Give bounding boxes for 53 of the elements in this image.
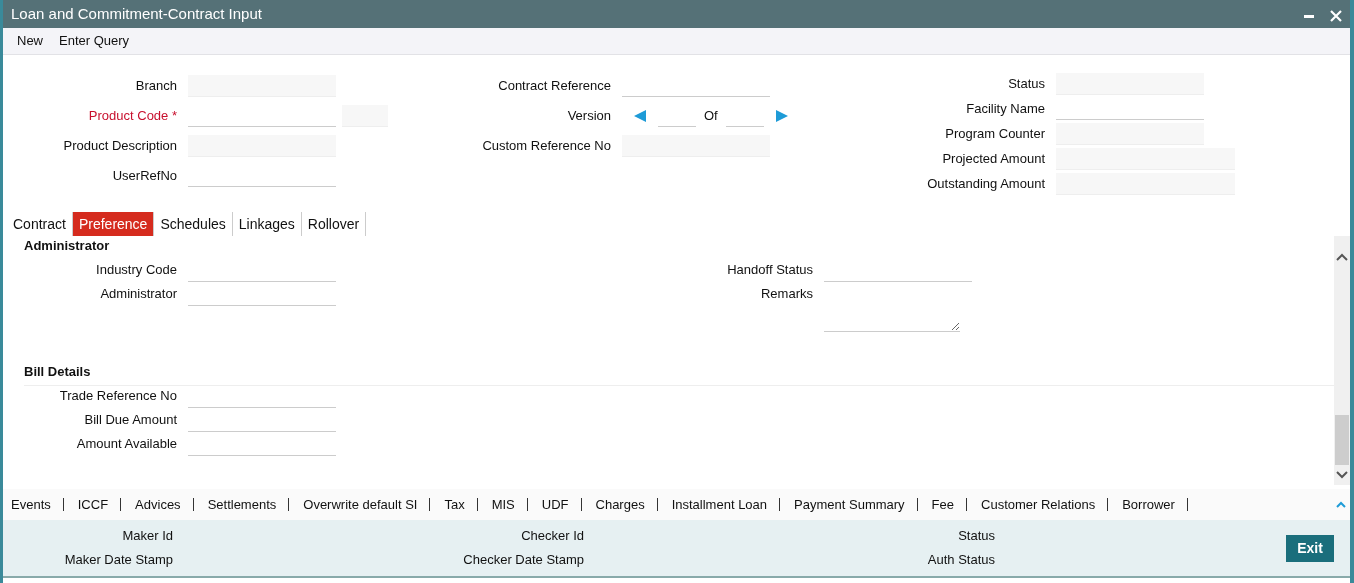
footer-link[interactable]: Borrower (1118, 498, 1188, 511)
footer-link[interactable]: MIS (487, 498, 528, 511)
field-label: Remarks (760, 284, 814, 303)
scroll-down-icon[interactable] (1336, 469, 1348, 481)
footer-link[interactable]: UDF (537, 498, 582, 511)
footer-link[interactable]: Installment Loan (667, 498, 781, 511)
scrollbar-thumb[interactable] (1335, 415, 1349, 465)
footer-link[interactable]: Overwrite default SI (299, 498, 431, 511)
menu-item[interactable]: New (9, 31, 51, 51)
next-icon[interactable] (775, 110, 788, 122)
footer-link[interactable]: Settlements (203, 498, 290, 511)
field-label: Bill Due Amount (83, 411, 178, 429)
field-label: Program Counter (944, 124, 1046, 143)
collapse-icon[interactable] (1336, 499, 1346, 510)
audit-label: Maker Id (121, 527, 173, 545)
field-label: Trade Reference No (58, 387, 178, 405)
footer-link[interactable]: ICCF (73, 498, 122, 511)
audit-label: Checker Date Stamp (462, 551, 584, 569)
field-label: Handoff Status (726, 260, 814, 279)
audit-label: Checker Id (520, 527, 584, 545)
field-label: Status (1007, 74, 1046, 93)
section-heading: Bill Details (24, 362, 92, 381)
previous-icon[interactable] (634, 110, 646, 122)
footer-link[interactable]: Events (7, 498, 64, 511)
audit-label: Maker Date Stamp (63, 551, 173, 569)
footer-link[interactable]: Payment Summary (790, 498, 918, 511)
field-label: UserRefNo (111, 167, 178, 186)
field-label: Contract Reference (497, 77, 612, 96)
field-label: Branch (134, 77, 178, 96)
footer-link[interactable]: Advices (131, 498, 194, 511)
footer-link[interactable]: Charges (591, 498, 658, 511)
field-label: Industry Code (95, 260, 178, 279)
menu-item[interactable]: Enter Query (51, 31, 138, 51)
footer-link[interactable]: Fee (927, 498, 967, 511)
field-label: Facility Name (965, 99, 1046, 118)
exit-button[interactable]: Exit (1286, 534, 1334, 562)
field-label: Administrator (99, 284, 178, 303)
footer-link[interactable]: Customer Relations (977, 498, 1109, 511)
audit-label: Auth Status (926, 551, 995, 569)
tab[interactable]: Preference (72, 212, 155, 236)
section-heading: Administrator (24, 237, 111, 255)
field-label: Custom Reference No (481, 137, 612, 156)
scrollbar[interactable] (1334, 236, 1350, 485)
audit-label: Status (957, 527, 995, 545)
footer-link[interactable]: Tax (440, 498, 478, 511)
field-label: Version (566, 107, 612, 126)
window-title: Loan and Commitment-Contract Input (11, 3, 262, 24)
of-label: Of (703, 107, 719, 126)
field-label: Product Code * (87, 107, 178, 126)
field-label: Product Description (62, 137, 178, 156)
field-label: Amount Available (75, 435, 178, 453)
field-label: Outstanding Amount (926, 174, 1046, 193)
field-label: Projected Amount (941, 149, 1046, 168)
